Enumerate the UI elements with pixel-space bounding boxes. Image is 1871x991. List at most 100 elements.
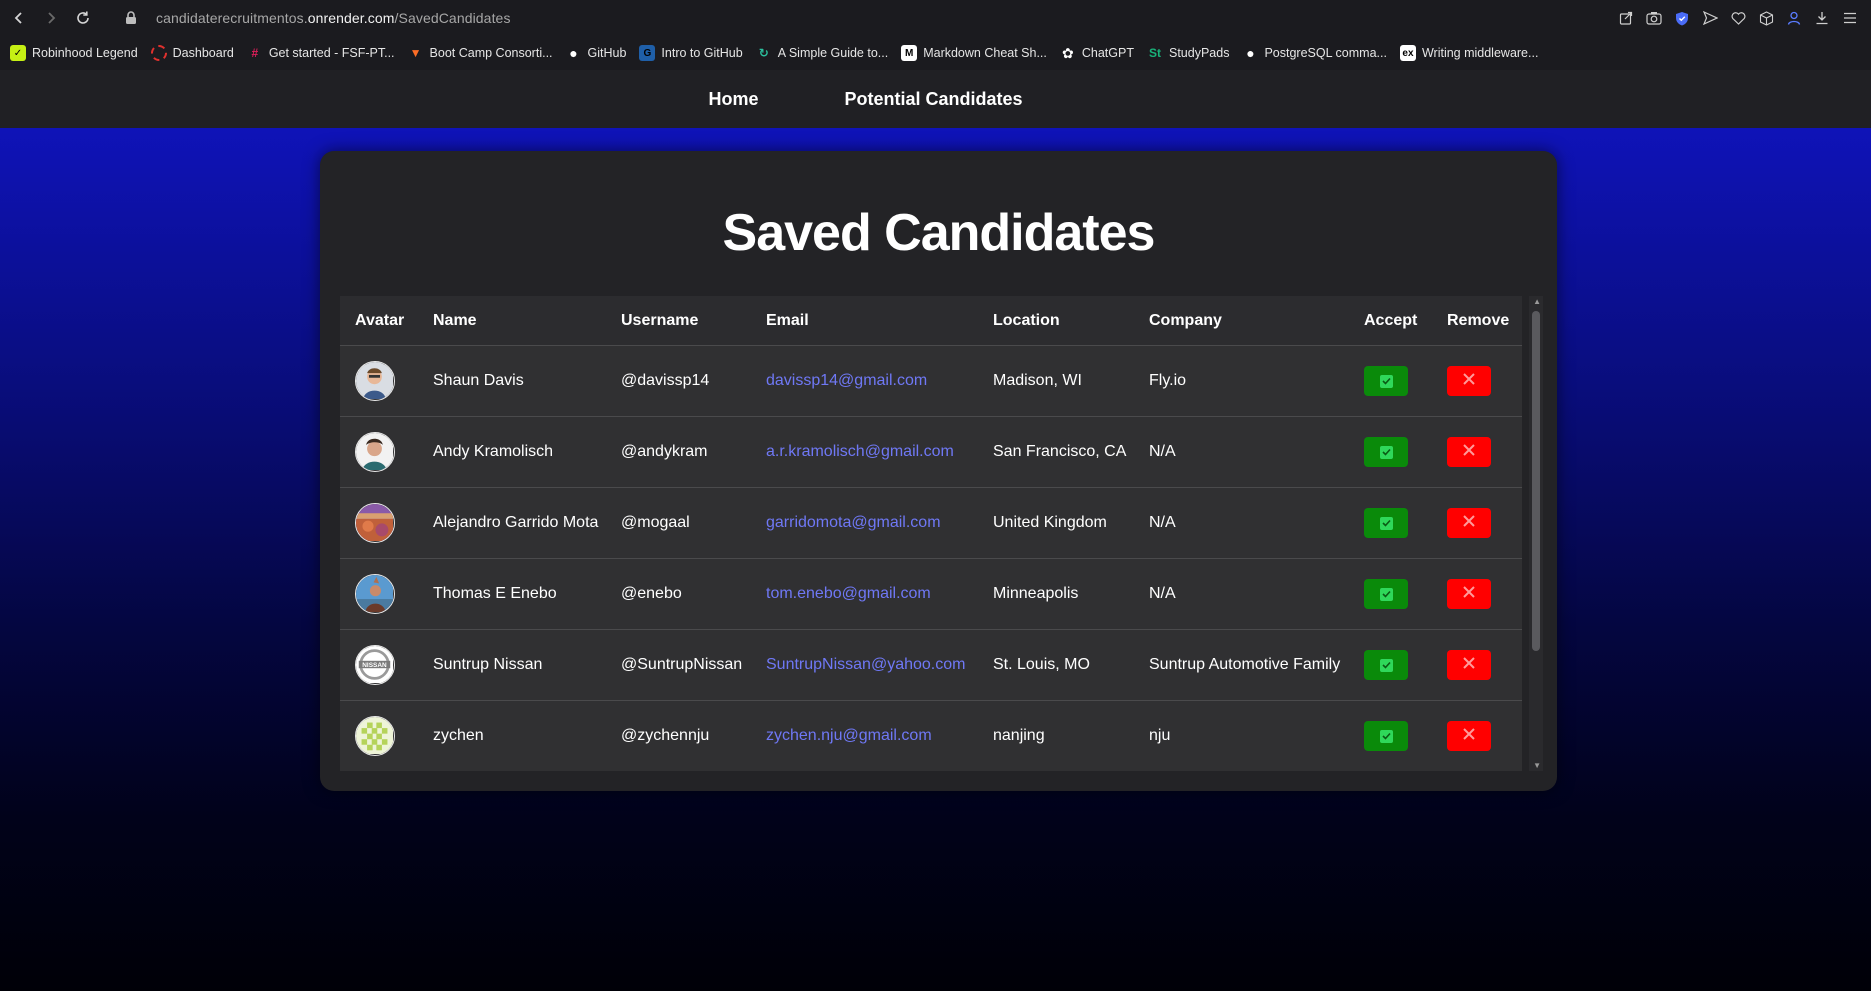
nav-potential-candidates-link[interactable]: Potential Candidates xyxy=(844,89,1022,110)
candidate-email[interactable]: a.r.kramolisch@gmail.com xyxy=(766,443,954,460)
avatar xyxy=(355,432,395,472)
close-icon xyxy=(1462,514,1476,533)
table-row: Andy Kramolisch @andykram a.r.kramolisch@g… xyxy=(340,416,1522,488)
bookmark-item[interactable]: ▼ Boot Camp Consorti... xyxy=(408,45,553,61)
bookmark-item[interactable]: ↻ A Simple Guide to... xyxy=(756,45,889,61)
candidate-company: nju xyxy=(1149,727,1171,744)
avatar-cell xyxy=(340,700,418,771)
bookmark-item[interactable]: # Get started - FSF-PT... xyxy=(247,45,395,61)
close-icon xyxy=(1462,656,1476,675)
accept-button[interactable] xyxy=(1364,579,1408,609)
table-body: Shaun Davis @davissp14 davissp14@gmail.com… xyxy=(340,345,1522,771)
bookmark-item[interactable]: ✿ ChatGPT xyxy=(1060,45,1134,61)
scrollbar-thumb[interactable] xyxy=(1532,311,1540,651)
candidate-name-cell: Andy Kramolisch xyxy=(418,416,606,488)
url-bar[interactable]: candidaterecruitmentos.onrender.com/Save… xyxy=(156,10,511,26)
back-button[interactable] xyxy=(6,5,32,31)
bookmark-item[interactable]: ex Writing middleware... xyxy=(1399,45,1538,61)
candidate-email[interactable]: zychen.nju@gmail.com xyxy=(766,727,932,744)
candidate-username-cell: @mogaal xyxy=(606,487,751,559)
avatar-cell xyxy=(340,558,418,630)
remove-button[interactable] xyxy=(1447,721,1491,751)
accept-cell xyxy=(1349,700,1432,771)
profile-icon[interactable] xyxy=(1783,5,1805,31)
accept-button[interactable] xyxy=(1364,366,1408,396)
table-row: Shaun Davis @davissp14 davissp14@gmail.com… xyxy=(340,345,1522,417)
accept-cell xyxy=(1349,629,1432,701)
accept-button[interactable] xyxy=(1364,437,1408,467)
candidate-username: @SuntrupNissan xyxy=(621,656,743,673)
remove-button[interactable] xyxy=(1447,366,1491,396)
candidate-location-cell: United Kingdom xyxy=(978,487,1134,559)
candidate-name-cell: Thomas E Enebo xyxy=(418,558,606,630)
box-icon[interactable] xyxy=(1755,5,1777,31)
candidate-username: @andykram xyxy=(621,443,708,460)
accept-button[interactable] xyxy=(1364,721,1408,751)
bookmark-label: Markdown Cheat Sh... xyxy=(923,46,1047,60)
column-header-remove: Remove xyxy=(1432,296,1522,346)
bookmark-item[interactable]: G Intro to GitHub xyxy=(639,45,743,61)
bookmark-item[interactable]: M Markdown Cheat Sh... xyxy=(901,45,1047,61)
avatar-cell: NISSAN xyxy=(340,629,418,701)
table-scrollbar[interactable]: ▲ ▼ xyxy=(1529,296,1543,771)
candidate-email-cell: zychen.nju@gmail.com xyxy=(751,700,978,771)
candidate-email[interactable]: tom.enebo@gmail.com xyxy=(766,585,931,602)
candidate-email[interactable]: davissp14@gmail.com xyxy=(766,372,927,389)
heart-icon[interactable] xyxy=(1727,5,1749,31)
remove-button[interactable] xyxy=(1447,650,1491,680)
bookmark-label: A Simple Guide to... xyxy=(777,46,889,60)
candidate-company: N/A xyxy=(1149,585,1176,602)
candidate-location: San Francisco, CA xyxy=(993,443,1127,460)
bookmark-item[interactable]: St StudyPads xyxy=(1147,45,1229,61)
candidates-table-container[interactable]: Avatar Name Username Email Location Company Ac… xyxy=(340,296,1543,771)
candidate-company-cell: Suntrup Automotive Family xyxy=(1134,629,1349,701)
candidate-company-cell: Fly.io xyxy=(1134,345,1349,417)
screenshot-icon[interactable] xyxy=(1643,5,1665,31)
bookmark-label: Get started - FSF-PT... xyxy=(268,46,395,60)
remove-button[interactable] xyxy=(1447,508,1491,538)
download-icon[interactable] xyxy=(1811,5,1833,31)
remove-cell xyxy=(1432,416,1522,488)
candidate-email[interactable]: SuntrupNissan@yahoo.com xyxy=(766,656,965,673)
app-nav: Home Potential Candidates xyxy=(0,70,1871,128)
candidate-location-cell: San Francisco, CA xyxy=(978,416,1134,488)
bookmark-item[interactable]: ● GitHub xyxy=(566,45,626,61)
candidate-email[interactable]: garridomota@gmail.com xyxy=(766,514,941,531)
candidate-name-cell: Suntrup Nissan xyxy=(418,629,606,701)
remove-button[interactable] xyxy=(1447,437,1491,467)
browser-toolbar: candidaterecruitmentos.onrender.com/Save… xyxy=(0,0,1871,36)
reload-button[interactable] xyxy=(70,5,96,31)
bookmark-item[interactable]: ● PostgreSQL comma... xyxy=(1242,45,1387,61)
scroll-down-arrow-icon[interactable]: ▼ xyxy=(1533,761,1541,770)
checkmark-icon xyxy=(1379,729,1393,743)
candidate-company-cell: N/A xyxy=(1134,487,1349,559)
scroll-up-arrow-icon[interactable]: ▲ xyxy=(1533,297,1541,306)
accept-button[interactable] xyxy=(1364,508,1408,538)
forward-button[interactable] xyxy=(38,5,64,31)
candidate-company-cell: N/A xyxy=(1134,558,1349,630)
remove-button[interactable] xyxy=(1447,579,1491,609)
candidate-company-cell: nju xyxy=(1134,700,1349,771)
candidate-name-cell: Shaun Davis xyxy=(418,345,606,417)
share-icon[interactable] xyxy=(1615,5,1637,31)
candidate-name: zychen xyxy=(433,727,484,744)
candidate-company-cell: N/A xyxy=(1134,416,1349,488)
menu-icon[interactable] xyxy=(1839,5,1861,31)
candidate-location: St. Louis, MO xyxy=(993,656,1090,673)
bookmarks-bar: ✓ Robinhood Legend Dashboard # Get started -… xyxy=(0,36,1871,70)
send-icon[interactable] xyxy=(1699,5,1721,31)
close-icon xyxy=(1462,585,1476,604)
candidate-company: N/A xyxy=(1149,514,1176,531)
nav-home-link[interactable]: Home xyxy=(708,89,758,110)
bookmark-label: Boot Camp Consorti... xyxy=(429,46,553,60)
express-icon: ex xyxy=(1399,45,1416,61)
accept-button[interactable] xyxy=(1364,650,1408,680)
bookmark-item[interactable]: ✓ Robinhood Legend xyxy=(10,45,138,61)
lock-icon[interactable] xyxy=(122,9,140,27)
checkmark-icon xyxy=(1379,445,1393,459)
bookmark-item[interactable]: Dashboard xyxy=(150,45,234,61)
remove-cell xyxy=(1432,558,1522,630)
vpn-shield-icon[interactable] xyxy=(1671,5,1693,31)
candidate-name-cell: zychen xyxy=(418,700,606,771)
avatar xyxy=(355,361,395,401)
